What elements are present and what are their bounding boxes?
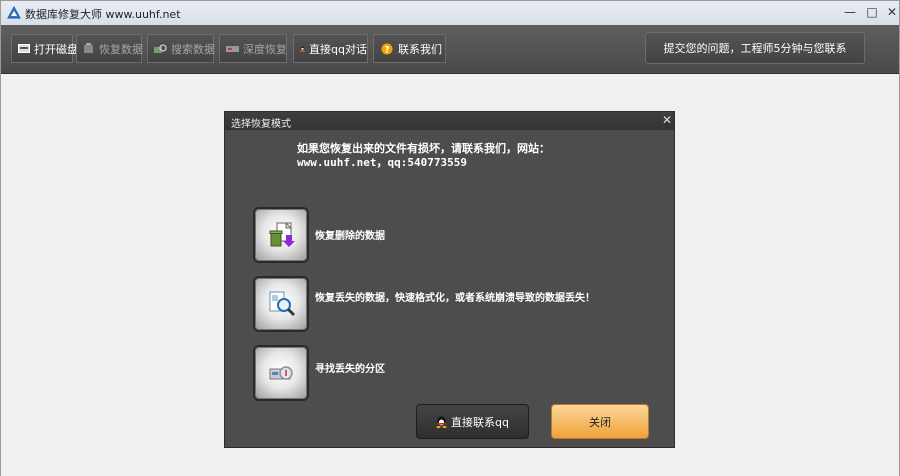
recover-deleted-button[interactable] (253, 207, 309, 263)
submit-issue-button[interactable]: 提交您的问题，工程师5分钟与您联系 (645, 32, 865, 64)
deep-recover-button[interactable]: 深度恢复 (219, 34, 287, 63)
close-button-label: 关闭 (589, 415, 611, 429)
recovery-mode-dialog: 选择恢复模式 ✕ 如果您恢复出来的文件有损坏，请联系我们，网站：www.uuhf… (224, 111, 675, 448)
dialog-message: 如果您恢复出来的文件有损坏，请联系我们，网站：www.uuhf.net，qq:5… (297, 142, 550, 169)
dialog-title: 选择恢复模式 (231, 119, 291, 130)
disk-icon (18, 43, 30, 55)
contact-us-button[interactable]: ? 联系我们 (373, 34, 446, 63)
window-title: 数据库修复大师 www.uuhf.net (25, 8, 181, 21)
recover-deleted-label: 恢复删除的数据 (315, 231, 385, 242)
recover-icon (83, 43, 95, 55)
search-data-button[interactable]: 搜索数据 (147, 34, 215, 63)
app-logo-icon (7, 6, 21, 19)
search-data-icon (154, 43, 167, 55)
deep-recover-label: 深度恢复 (243, 42, 287, 56)
toolbar: 打开磁盘 恢复数据 搜索数据 深度恢复 直接qq对话 ? 联系我们 提交您的问题… (1, 25, 899, 74)
submit-issue-label: 提交您的问题，工程师5分钟与您联系 (663, 42, 847, 55)
contact-qq-button[interactable]: 直接联系qq (416, 404, 529, 439)
search-data-label: 搜索数据 (171, 42, 215, 56)
open-disk-button[interactable]: 打开磁盘 (11, 34, 78, 63)
find-partition-label: 寻找丢失的分区 (315, 364, 385, 375)
recover-lost-label: 恢复丢失的数据，快速格式化，或者系统崩溃导致的数据丢失！ (315, 293, 595, 304)
recover-lost-button[interactable] (253, 276, 309, 332)
window-close-button[interactable]: ✕ (879, 3, 900, 21)
svg-text:?: ? (384, 45, 389, 55)
dialog-title-bar: 选择恢复模式 ✕ (225, 112, 674, 130)
dialog-close-icon[interactable]: ✕ (662, 113, 672, 127)
open-disk-label: 打开磁盘 (34, 42, 78, 56)
contact-us-label: 联系我们 (398, 42, 442, 56)
recover-data-button[interactable]: 恢复数据 (76, 34, 143, 63)
recover-data-label: 恢复数据 (99, 42, 143, 56)
recycle-bin-icon (269, 222, 295, 247)
close-button[interactable]: 关闭 (551, 404, 649, 439)
find-partition-button[interactable] (253, 345, 309, 401)
qq-chat-label: 直接qq对话 (309, 42, 367, 56)
title-bar: 数据库修复大师 www.uuhf.net — □ ✕ (1, 1, 899, 26)
contact-qq-label: 直接联系qq (451, 415, 509, 429)
qq-chat-button[interactable]: 直接qq对话 (293, 34, 368, 63)
qq-penguin-icon (436, 416, 447, 428)
help-icon: ? (380, 43, 394, 55)
partition-search-icon (269, 366, 293, 380)
qq-penguin-icon (300, 45, 305, 52)
magnifier-document-icon (269, 291, 296, 317)
deep-recover-icon (226, 43, 239, 55)
